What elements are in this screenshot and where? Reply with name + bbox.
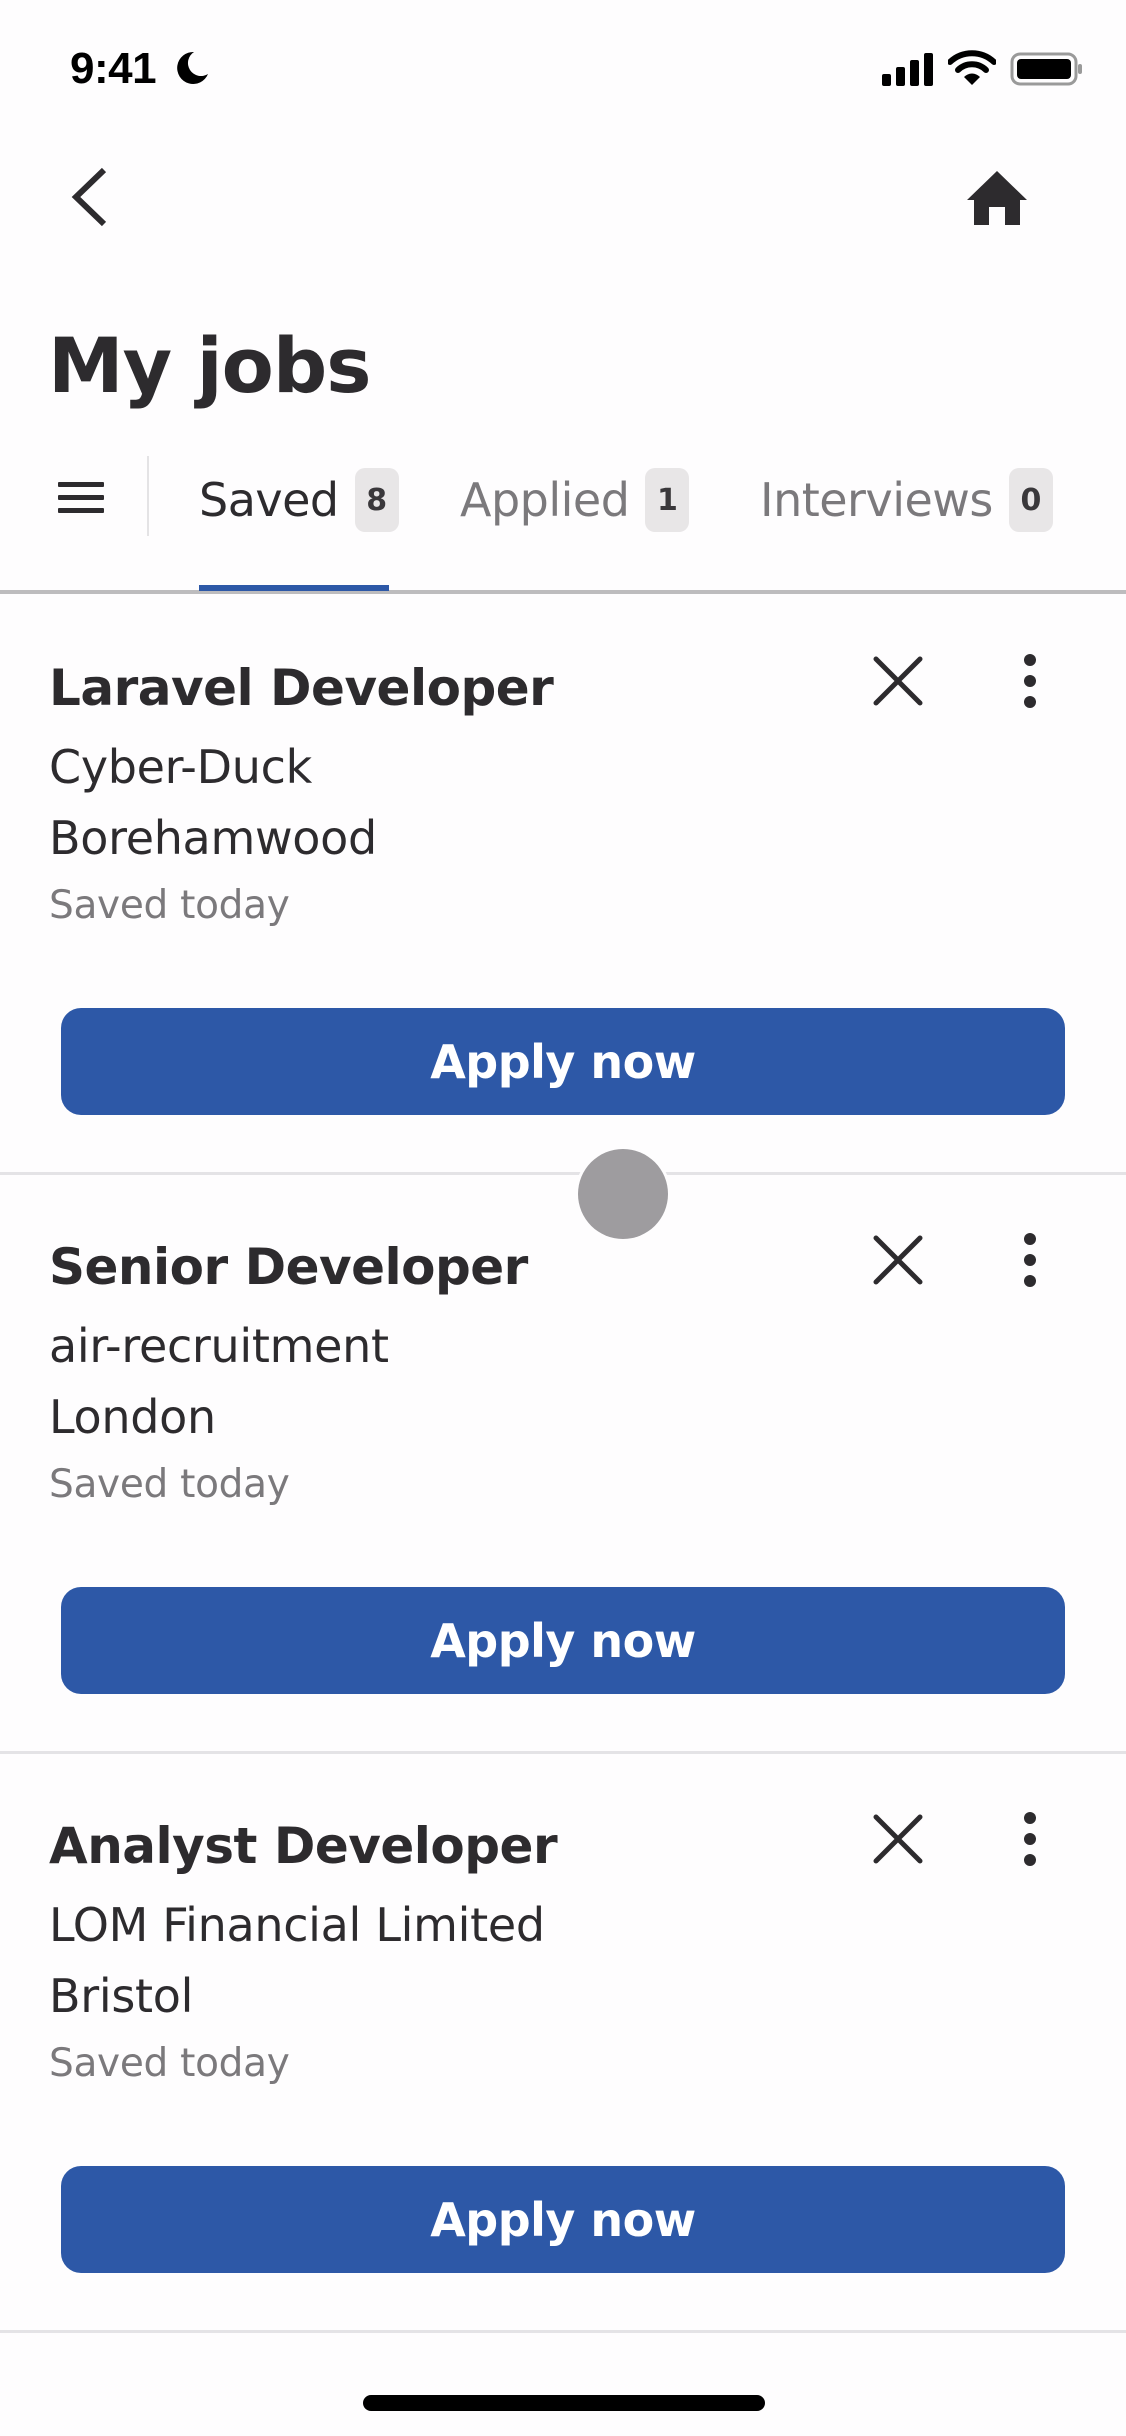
job-card: Senior Developer air-recruitment London … <box>0 1174 1126 1754</box>
tab-interviews[interactable]: Interviews 0 <box>760 466 1053 534</box>
saved-date: Saved today <box>49 2041 290 2086</box>
status-time: 9:41 <box>70 44 157 93</box>
remove-job-button[interactable] <box>868 1809 928 1869</box>
job-title[interactable]: Laravel Developer <box>49 655 554 721</box>
company-name: LOM Financial Limited <box>49 1898 545 1952</box>
saved-date: Saved today <box>49 1462 290 1507</box>
close-icon <box>873 1814 923 1864</box>
hamburger-menu-icon <box>58 482 104 513</box>
tab-saved[interactable]: Saved 8 <box>199 466 399 534</box>
tab-bar-border <box>0 590 1126 594</box>
tab-divider <box>147 456 149 536</box>
menu-button[interactable] <box>52 478 110 518</box>
chevron-left-icon <box>71 167 107 227</box>
job-location: Borehamwood <box>49 811 377 865</box>
close-icon <box>873 656 923 706</box>
remove-job-button[interactable] <box>868 651 928 711</box>
close-icon <box>873 1235 923 1285</box>
company-name: air-recruitment <box>49 1319 389 1373</box>
active-tab-indicator <box>199 585 389 591</box>
home-indicator[interactable] <box>363 2395 765 2411</box>
tab-bar: Saved 8 Applied 1 Interviews 0 <box>0 448 1126 594</box>
more-options-button[interactable] <box>1006 1809 1054 1873</box>
count-badge: 1 <box>645 468 690 532</box>
apply-now-button[interactable]: Apply now <box>61 2166 1065 2273</box>
home-button[interactable] <box>960 160 1034 234</box>
apply-now-button[interactable]: Apply now <box>61 1587 1065 1694</box>
job-title[interactable]: Analyst Developer <box>49 1813 558 1879</box>
battery-icon <box>1010 52 1082 86</box>
home-icon <box>967 171 1027 225</box>
touch-indicator <box>578 1149 668 1239</box>
job-card: Laravel Developer Cyber-Duck Borehamwood… <box>0 595 1126 1175</box>
more-options-button[interactable] <box>1006 1230 1054 1294</box>
job-card: Analyst Developer LOM Financial Limited … <box>0 1753 1126 2333</box>
more-vertical-icon <box>1024 654 1036 708</box>
count-badge: 8 <box>354 468 399 532</box>
apply-now-button[interactable]: Apply now <box>61 1008 1065 1115</box>
moon-icon <box>177 51 208 84</box>
tab-label: Interviews <box>760 473 993 527</box>
tab-label: Applied <box>460 473 630 527</box>
job-title[interactable]: Senior Developer <box>49 1234 528 1300</box>
more-options-button[interactable] <box>1006 651 1054 715</box>
wifi-icon <box>948 50 996 85</box>
count-badge: 0 <box>1008 468 1053 532</box>
tab-applied[interactable]: Applied 1 <box>460 466 690 534</box>
remove-job-button[interactable] <box>868 1230 928 1290</box>
job-location: Bristol <box>49 1969 194 2023</box>
cellular-signal-icon <box>882 53 933 86</box>
tab-label: Saved <box>199 473 339 527</box>
page-title: My jobs <box>48 321 372 410</box>
back-button[interactable] <box>60 160 120 234</box>
more-vertical-icon <box>1024 1812 1036 1866</box>
more-vertical-icon <box>1024 1233 1036 1287</box>
saved-date: Saved today <box>49 883 290 928</box>
job-location: London <box>49 1390 216 1444</box>
company-name: Cyber-Duck <box>49 740 312 794</box>
